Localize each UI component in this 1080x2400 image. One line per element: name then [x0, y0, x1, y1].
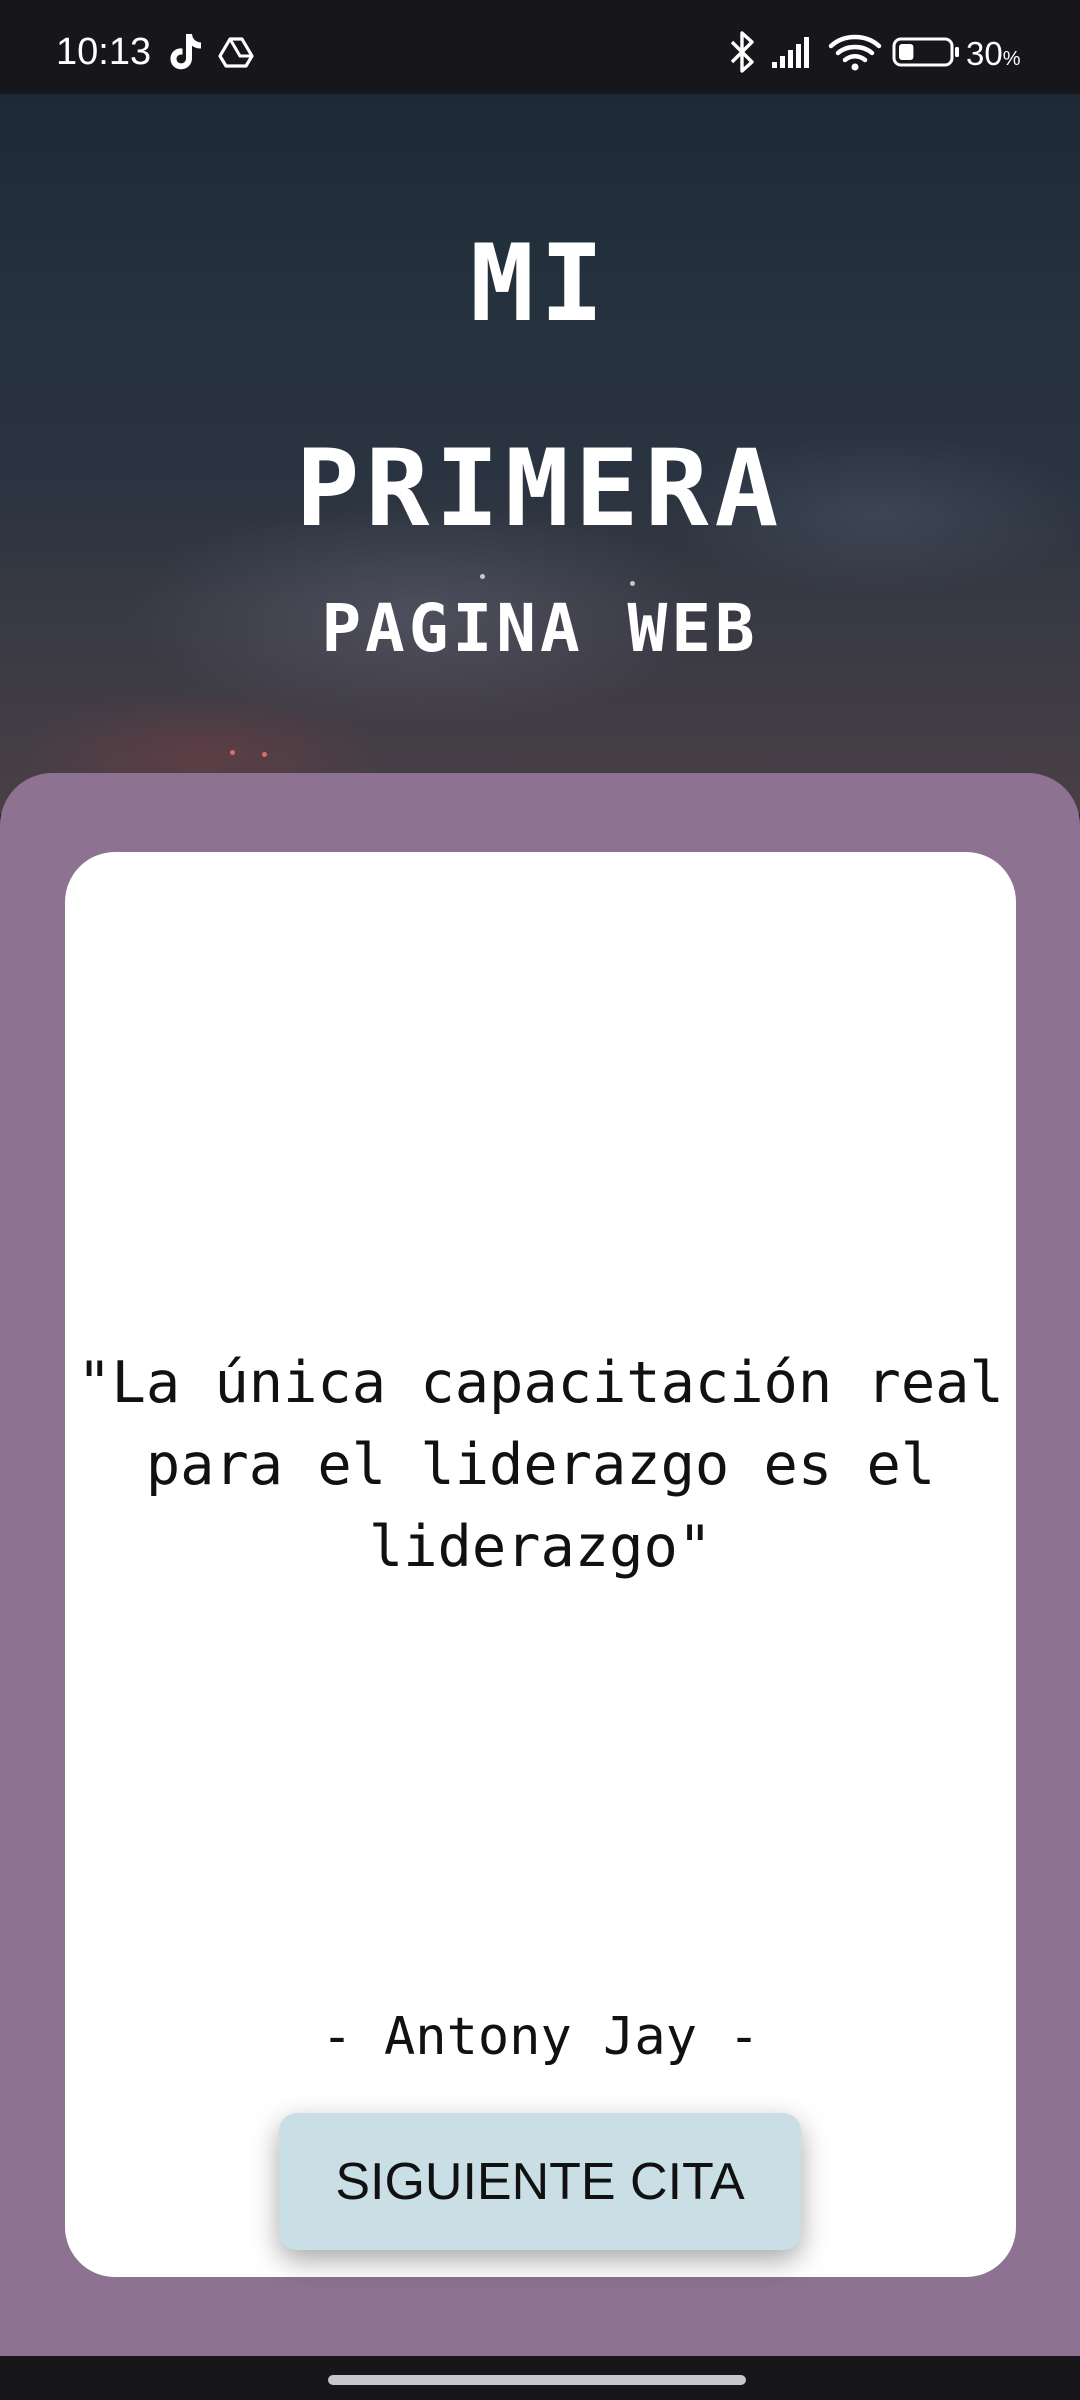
quote-author: - Antony Jay -: [321, 2007, 760, 2067]
bluetooth-icon: [730, 31, 754, 73]
quote-card: "La única capacitación real para el lide…: [65, 852, 1016, 2277]
battery-icon: [892, 37, 959, 67]
hero-light: [480, 574, 485, 579]
wifi-icon: [828, 34, 882, 71]
hero-light: [262, 752, 267, 757]
page-title-line1: MI: [470, 222, 610, 345]
hero-banner: MI PRIMERA PAGINA WEB: [0, 94, 1080, 814]
screen: 10:13 30% MI PRIMERA PAGINA WEB "La únic…: [0, 0, 1080, 2400]
quote-text: "La única capacitación real para el lide…: [77, 1350, 1004, 1580]
status-time: 10:13: [56, 31, 152, 73]
next-quote-button[interactable]: SIGUIENTE CITA: [279, 2113, 801, 2250]
home-gesture-handle[interactable]: [328, 2375, 746, 2385]
status-bar: 10:13 30%: [0, 0, 1080, 94]
tiktok-icon: [170, 34, 201, 70]
signal-icon: [772, 37, 809, 68]
hero-light: [230, 750, 235, 755]
battery-percentage: 30%: [966, 35, 1021, 72]
page-title-line2: PRIMERA: [295, 427, 785, 550]
drive-icon: [218, 37, 254, 68]
page-subtitle: PAGINA WEB: [321, 590, 759, 667]
content-panel: "La única capacitación real para el lide…: [0, 773, 1080, 2356]
navigation-bar: [0, 2356, 1080, 2400]
